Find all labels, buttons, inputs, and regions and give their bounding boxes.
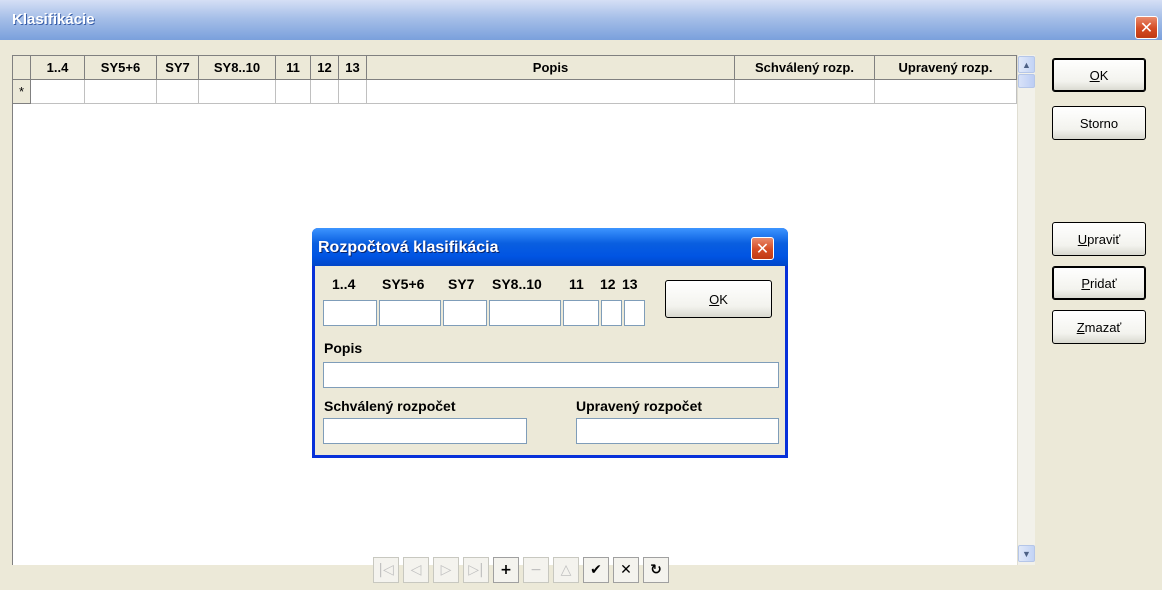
grid-header-col-12[interactable]: 12 xyxy=(311,56,339,80)
nav-post-button[interactable]: ✔ xyxy=(583,557,609,583)
edit-triangle-icon: △ xyxy=(560,562,572,578)
grid-header-col-sy7[interactable]: SY7 xyxy=(157,56,199,80)
input-12[interactable] xyxy=(601,300,622,326)
input-11[interactable] xyxy=(563,300,599,326)
dialog-title: Rozpočtová klasifikácia xyxy=(318,239,499,256)
last-record-icon: ▷| xyxy=(468,562,484,578)
grid-header-col-sy5-6[interactable]: SY5+6 xyxy=(85,56,157,80)
ok-accel: O xyxy=(1089,67,1100,83)
table-cell[interactable] xyxy=(31,80,85,104)
table-row[interactable]: * xyxy=(13,80,1017,104)
main-window-title: Klasifikácie xyxy=(12,11,95,28)
input-sy5-6[interactable] xyxy=(379,300,441,326)
scrollbar-thumb[interactable] xyxy=(1018,74,1035,88)
scroll-up-button[interactable]: ▲ xyxy=(1018,56,1035,73)
grid-header-col-11[interactable]: 11 xyxy=(276,56,311,80)
dialog-titlebar: Rozpočtová klasifikácia ✕ xyxy=(312,228,788,266)
checkmark-icon: ✔ xyxy=(590,562,602,578)
nav-first-button[interactable]: |◁ xyxy=(373,557,399,583)
first-record-icon: |◁ xyxy=(378,562,394,578)
refresh-icon: ↻ xyxy=(650,562,662,578)
plus-icon: + xyxy=(500,562,512,578)
grid-header: 1..4 SY5+6 SY7 SY8..10 11 12 13 Popis Sc… xyxy=(13,56,1017,80)
main-window-titlebar: Klasifikácie xyxy=(0,0,1162,40)
close-icon: ✕ xyxy=(1139,17,1154,37)
scroll-down-button[interactable]: ▼ xyxy=(1018,545,1035,562)
table-cell[interactable] xyxy=(735,80,875,104)
upravit-button[interactable]: Upraviť xyxy=(1052,222,1146,256)
rozpoctova-klasifikacia-dialog: Rozpočtová klasifikácia ✕ 1..4 SY5+6 SY7… xyxy=(312,228,788,458)
nav-last-button[interactable]: ▷| xyxy=(463,557,489,583)
storno-label: Storno xyxy=(1079,115,1119,131)
input-13[interactable] xyxy=(624,300,645,326)
nav-next-button[interactable]: ▷ xyxy=(433,557,459,583)
label-schvaleny-rozpocet: Schválený rozpočet xyxy=(324,398,456,414)
db-navigator: |◁ ◁ ▷ ▷| + − △ ✔ ✕ ↻ xyxy=(373,557,669,589)
input-sy7[interactable] xyxy=(443,300,487,326)
prior-record-icon: ◁ xyxy=(410,562,422,578)
input-upraveny-rozpocet[interactable] xyxy=(576,418,779,444)
close-icon: ✕ xyxy=(755,238,770,258)
table-cell[interactable] xyxy=(199,80,276,104)
input-popis[interactable] xyxy=(323,362,779,388)
table-cell[interactable] xyxy=(875,80,1017,104)
cancel-x-icon: ✕ xyxy=(620,562,632,578)
dialog-ok-label-rest: K xyxy=(719,291,728,307)
label-13: 13 xyxy=(622,276,638,292)
pridat-label-rest: ridať xyxy=(1090,275,1117,291)
table-cell[interactable] xyxy=(276,80,311,104)
zmazat-button[interactable]: Zmazať xyxy=(1052,310,1146,344)
table-cell[interactable] xyxy=(367,80,735,104)
nav-refresh-button[interactable]: ↻ xyxy=(643,557,669,583)
label-12: 12 xyxy=(600,276,616,292)
label-popis: Popis xyxy=(324,340,363,356)
grid-header-col-upraveny[interactable]: Upravený rozp. xyxy=(875,56,1017,80)
grid-header-col-popis[interactable]: Popis xyxy=(367,56,735,80)
ok-label-rest: K xyxy=(1099,67,1109,83)
label-11: 11 xyxy=(569,276,584,292)
zmazat-label-rest: mazať xyxy=(1084,319,1122,335)
nav-prior-button[interactable]: ◁ xyxy=(403,557,429,583)
grid-header-indicator xyxy=(13,56,31,80)
nav-delete-button[interactable]: − xyxy=(523,557,549,583)
label-1-4: 1..4 xyxy=(332,276,356,292)
ok-button[interactable]: OK xyxy=(1052,58,1146,92)
input-schvaleny-rozpocet[interactable] xyxy=(323,418,527,444)
pridat-button[interactable]: Pridať xyxy=(1052,266,1146,300)
grid-header-col-sy8-10[interactable]: SY8..10 xyxy=(199,56,276,80)
dialog-ok-accel: O xyxy=(709,291,720,307)
pridat-accel: P xyxy=(1081,275,1091,291)
label-upraveny-rozpocet: Upravený rozpočet xyxy=(576,398,703,414)
nav-insert-button[interactable]: + xyxy=(493,557,519,583)
row-indicator: * xyxy=(13,80,31,104)
table-cell[interactable] xyxy=(85,80,157,104)
zmazat-accel: Z xyxy=(1076,319,1085,335)
upravit-accel: U xyxy=(1077,231,1088,247)
label-sy8-10: SY8..10 xyxy=(492,276,542,292)
nav-cancel-button[interactable]: ✕ xyxy=(613,557,639,583)
table-cell[interactable] xyxy=(157,80,199,104)
input-1-4[interactable] xyxy=(323,300,377,326)
label-sy7: SY7 xyxy=(448,276,475,292)
upravit-label-rest: praviť xyxy=(1087,231,1121,247)
dialog-close-button[interactable]: ✕ xyxy=(751,237,774,260)
table-cell[interactable] xyxy=(311,80,339,104)
grid-vertical-scrollbar[interactable]: ▲ ▼ xyxy=(1017,55,1035,565)
chevron-down-icon: ▼ xyxy=(1022,548,1031,559)
label-sy5-6: SY5+6 xyxy=(382,276,425,292)
main-window-close-button[interactable]: ✕ xyxy=(1135,16,1158,39)
grid-header-col-1-4[interactable]: 1..4 xyxy=(31,56,85,80)
input-sy8-10[interactable] xyxy=(489,300,561,326)
minus-icon: − xyxy=(530,562,542,578)
grid-header-col-schvaleny[interactable]: Schválený rozp. xyxy=(735,56,875,80)
chevron-up-icon: ▲ xyxy=(1022,59,1031,70)
next-record-icon: ▷ xyxy=(440,562,452,578)
dialog-ok-button[interactable]: OK xyxy=(665,280,772,318)
storno-button[interactable]: Storno xyxy=(1052,106,1146,140)
nav-edit-button[interactable]: △ xyxy=(553,557,579,583)
table-cell[interactable] xyxy=(339,80,367,104)
grid-header-col-13[interactable]: 13 xyxy=(339,56,367,80)
